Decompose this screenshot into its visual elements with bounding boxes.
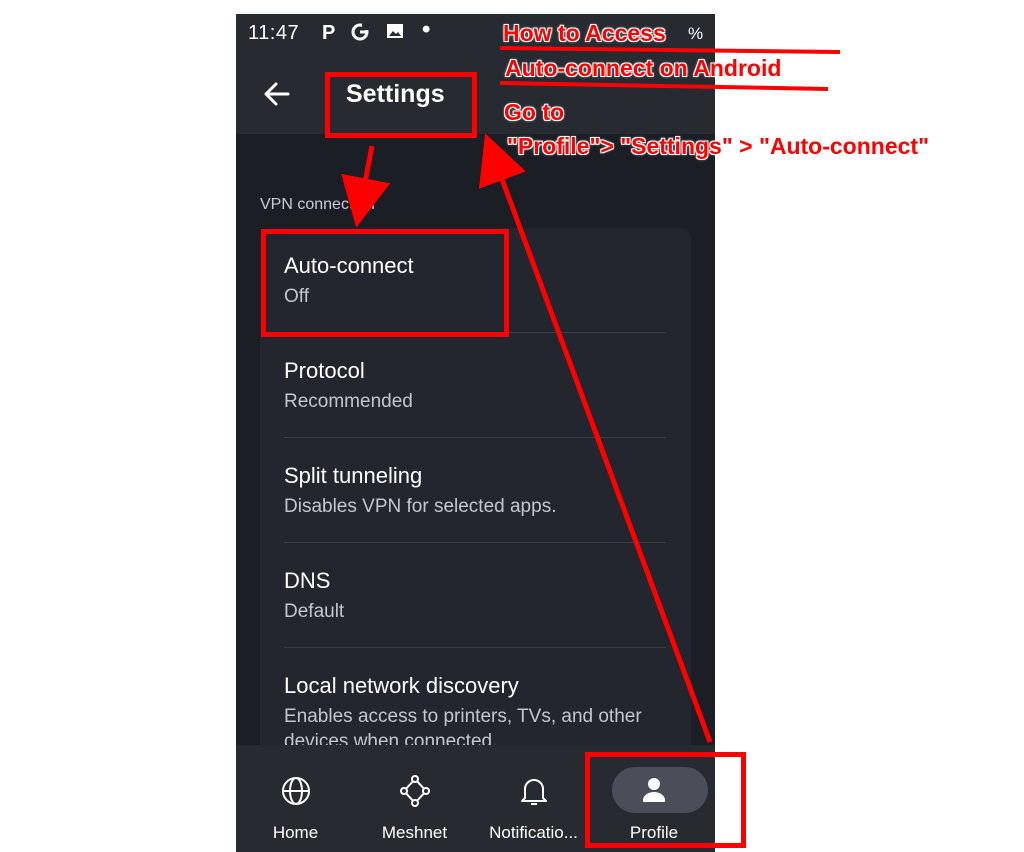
highlight-profile-tab	[585, 752, 746, 848]
annotation-instruction-line1: Go to	[504, 99, 565, 125]
annotation-underline	[499, 46, 841, 54]
highlight-auto-connect	[261, 229, 509, 337]
annotation-underline	[499, 81, 829, 91]
annotation-heading-line2: Auto-connect on Android	[505, 55, 782, 81]
annotation-instruction-line2: "Profile"> "Settings" > "Auto-connect"	[507, 133, 929, 159]
arrow-profile-to-settings	[478, 133, 713, 743]
status-battery-suffix: %	[688, 24, 704, 43]
arrow-settings-to-autoconnect	[341, 145, 391, 228]
highlight-settings-title	[325, 72, 477, 138]
annotation-overlay	[341, 46, 841, 743]
annotation-heading-line1: How to Access	[503, 20, 666, 46]
